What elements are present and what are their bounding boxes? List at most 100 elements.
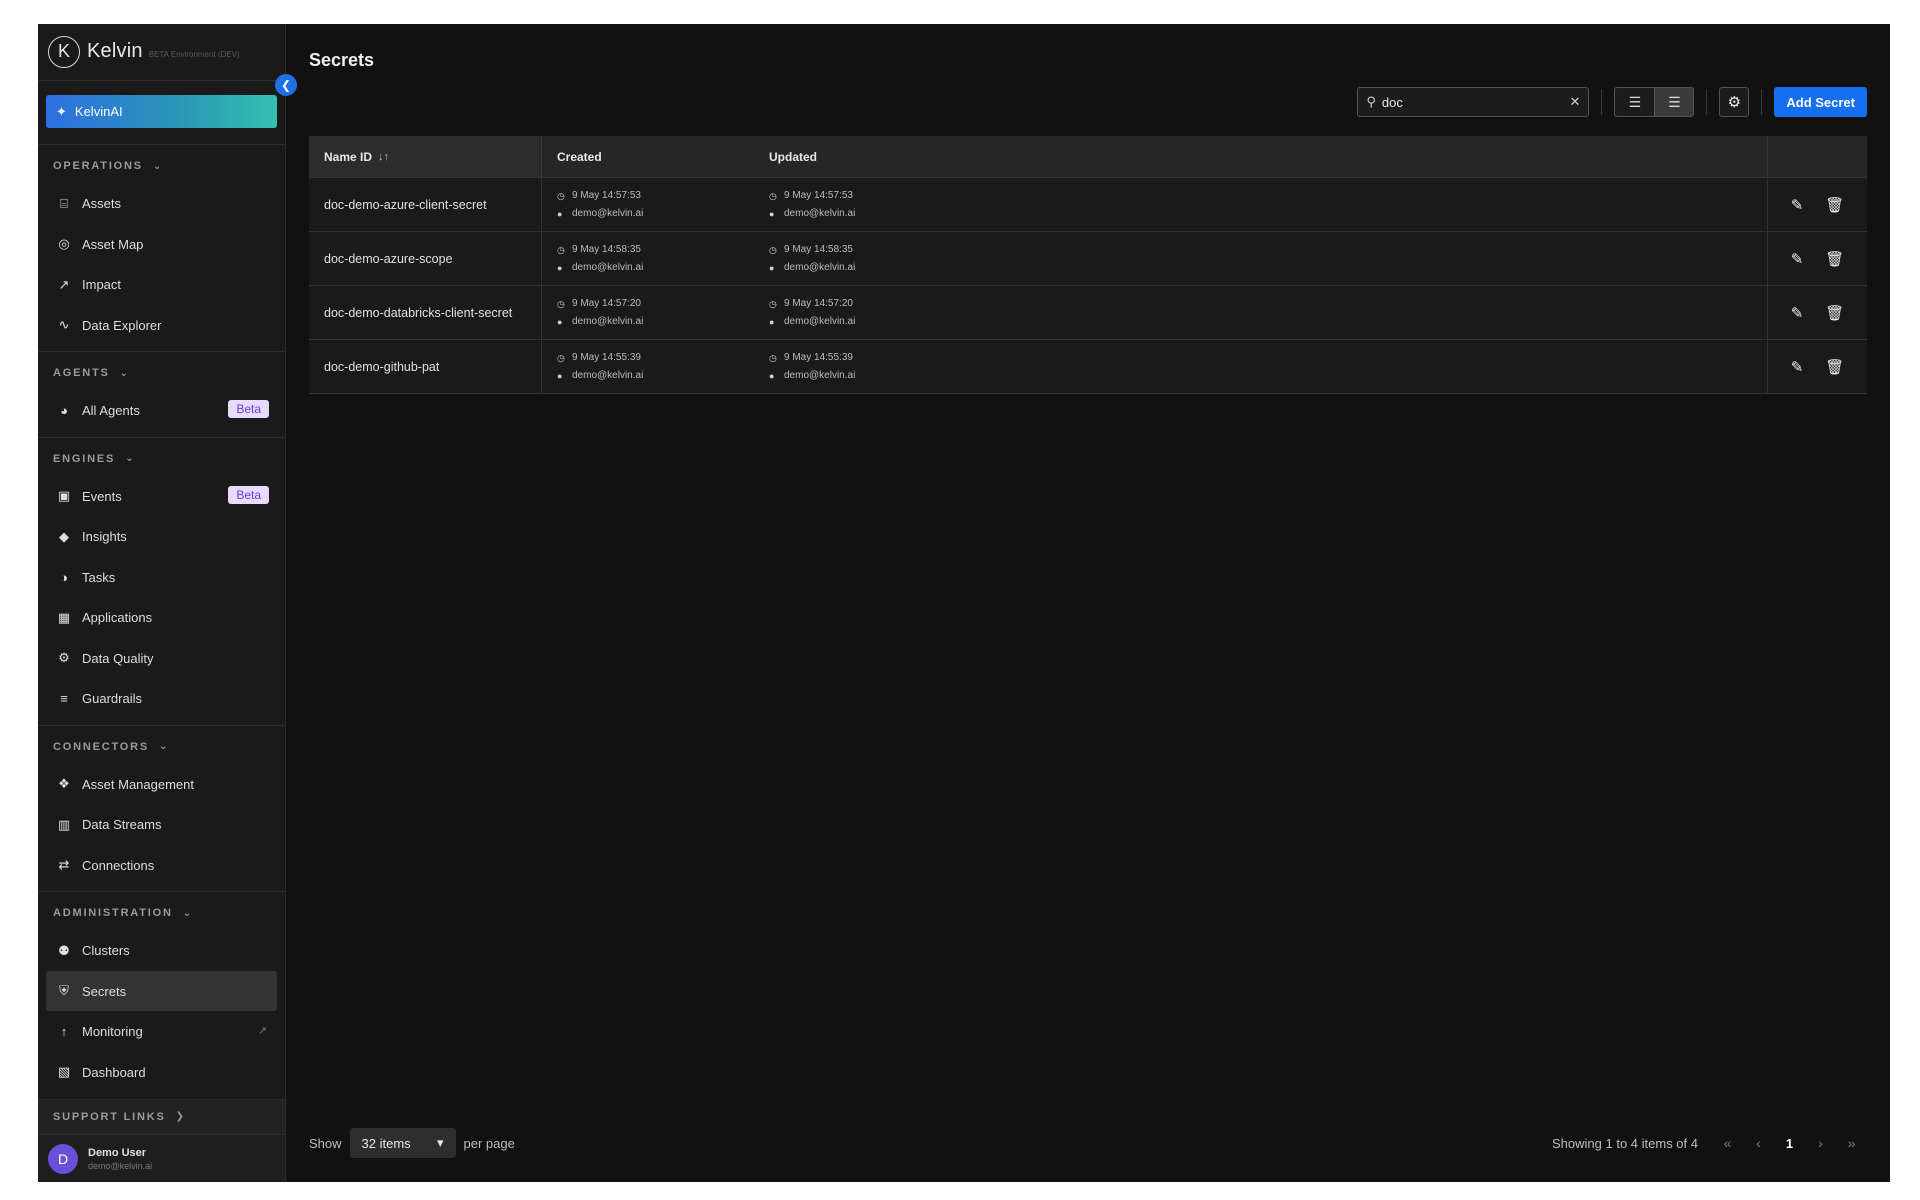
collapse-sidebar-button[interactable]: ❮	[275, 74, 297, 96]
sidebar-item-tasks[interactable]: ◑ Tasks	[46, 557, 277, 598]
updated-time-text: 9 May 14:57:20	[784, 297, 853, 309]
chevron-down-icon: ⌄	[152, 160, 162, 172]
sidebar-item-connections[interactable]: ⇄ Connections	[46, 845, 277, 886]
normal-rows-icon: ☰	[1668, 93, 1681, 110]
sidebar-item-guardrails[interactable]: ≡ Guardrails	[46, 678, 277, 719]
updated-by-text: demo@kelvin.ai	[784, 369, 856, 381]
delete-icon[interactable]: 🗑	[1825, 196, 1844, 214]
created-cell: ◷ 9 May 14:57:53 ● demo@kelvin.ai	[542, 178, 754, 231]
streams-icon: ▥	[57, 816, 71, 832]
column-header-created[interactable]: Created	[542, 136, 754, 177]
first-page-icon[interactable]: «	[1712, 1135, 1743, 1151]
section-header-engines[interactable]: ENGINES ⌄	[38, 442, 285, 476]
edit-icon[interactable]: ✎	[1791, 196, 1804, 214]
clock-icon: ◷	[769, 298, 777, 309]
delete-icon[interactable]: 🗑	[1825, 250, 1844, 268]
section-title: ENGINES	[53, 452, 116, 465]
table-row[interactable]: doc-demo-github-pat ◷ 9 May 14:55:39 ● dem…	[309, 340, 1867, 394]
sidebar-item-impact[interactable]: ↗ Impact	[46, 264, 277, 305]
user-icon: ●	[557, 262, 563, 273]
prev-page-icon[interactable]: ‹	[1743, 1135, 1774, 1151]
last-page-icon[interactable]: »	[1836, 1135, 1867, 1151]
sidebar-item-dashboard[interactable]: ▧ Dashboard	[46, 1052, 277, 1093]
sidebar-item-label: Guardrails	[82, 691, 142, 707]
tasks-icon: ◑	[60, 569, 68, 585]
sidebar-item-asset-management[interactable]: ❖ Asset Management	[46, 764, 277, 805]
sidebar-item-data-explorer[interactable]: ∿ Data Explorer	[46, 305, 277, 346]
section-header-agents[interactable]: AGENTS ⌄	[38, 356, 285, 390]
user-name: Demo User	[88, 1146, 147, 1159]
user-profile[interactable]: D Demo User demo@kelvin.ai	[38, 1134, 285, 1182]
sidebar-item-clusters[interactable]: ⚉ Clusters	[46, 930, 277, 971]
column-header-updated[interactable]: Updated	[754, 136, 1767, 177]
page-size-select[interactable]: 32 items ▾	[349, 1128, 456, 1158]
clock-icon: ◷	[769, 244, 777, 255]
sidebar-item-label: Impact	[82, 277, 122, 293]
row-actions: ✎ 🗑	[1767, 340, 1867, 393]
updated-time-text: 9 May 14:57:53	[784, 189, 853, 201]
add-secret-button[interactable]: Add Secret	[1774, 87, 1867, 117]
created-time-text: 9 May 14:58:35	[572, 243, 641, 255]
sidebar-item-data-quality[interactable]: ⚙ Data Quality	[46, 638, 277, 679]
sidebar-item-monitoring[interactable]: ↑ Monitoring ↗	[46, 1011, 277, 1052]
created-time: ◷ 9 May 14:58:35	[557, 241, 641, 259]
density-normal-button[interactable]: ☰	[1654, 87, 1695, 117]
created-time-text: 9 May 14:57:53	[572, 189, 641, 201]
updated-by-text: demo@kelvin.ai	[784, 207, 856, 219]
column-header-name[interactable]: Name ID ↓↑	[309, 136, 542, 177]
section-title: AGENTS	[53, 367, 110, 380]
updated-by: ● demo@kelvin.ai	[769, 313, 855, 331]
sidebar-item-label: Connections	[82, 857, 155, 873]
created-by: ● demo@kelvin.ai	[557, 313, 643, 331]
edit-icon[interactable]: ✎	[1791, 358, 1804, 376]
row-actions: ✎ 🗑	[1767, 286, 1867, 339]
sidebar-item-all-agents[interactable]: ◕ All Agents Beta	[46, 390, 277, 431]
table-settings-button[interactable]: ⚙	[1719, 87, 1750, 117]
updated-time: ◷ 9 May 14:57:20	[769, 295, 853, 313]
user-icon: ●	[769, 262, 775, 273]
show-label: Show	[309, 1135, 342, 1151]
search-input[interactable]	[1381, 94, 1570, 110]
globe-icon: ◎	[58, 236, 70, 252]
table-header: Name ID ↓↑ Created Updated	[309, 136, 1867, 178]
created-time-text: 9 May 14:55:39	[572, 351, 641, 363]
column-header-name-label: Name ID	[324, 149, 373, 164]
sidebar-item-label: Data Streams	[82, 817, 162, 833]
table-row[interactable]: doc-demo-azure-client-secret ◷ 9 May 14:5…	[309, 178, 1867, 232]
gear-icon: ⚙	[58, 650, 70, 666]
apps-icon: ▦	[57, 609, 71, 625]
sidebar-item-applications[interactable]: ▦ Applications	[46, 597, 277, 638]
sidebar-item-label: Dashboard	[82, 1064, 146, 1080]
edit-icon[interactable]: ✎	[1791, 250, 1804, 268]
nav-section-agents: AGENTS ⌄ ◕ All Agents Beta	[38, 351, 285, 437]
sidebar-item-label: Data Explorer	[82, 317, 162, 333]
table-row[interactable]: doc-demo-azure-scope ◷ 9 May 14:58:35 ● de…	[309, 232, 1867, 286]
delete-icon[interactable]: 🗑	[1825, 358, 1844, 376]
section-header-administration[interactable]: ADMINISTRATION ⌄	[38, 896, 285, 930]
table-row[interactable]: doc-demo-databricks-client-secret ◷ 9 May…	[309, 286, 1867, 340]
sidebar-item-label: Secrets	[82, 983, 127, 999]
beta-badge: Beta	[228, 485, 269, 504]
sidebar-item-asset-map[interactable]: ◎ Asset Map	[46, 224, 277, 265]
section-header-connectors[interactable]: CONNECTORS ⌄	[38, 730, 285, 764]
nav-section-administration: ADMINISTRATION ⌄ ⚉ Clusters ⛨ Secrets ↑ Monitor…	[38, 891, 285, 1098]
created-by-text: demo@kelvin.ai	[572, 369, 644, 381]
sidebar-item-secrets[interactable]: ⛨ Secrets	[46, 970, 277, 1012]
next-page-icon[interactable]: ›	[1805, 1135, 1836, 1151]
clear-search-icon[interactable]: ✕	[1569, 94, 1580, 110]
nav-section-connectors: CONNECTORS ⌄ ❖ Asset Management ▥ Data Stream…	[38, 724, 285, 892]
brand[interactable]: K Kelvin BETA Environment (DEV) ❮	[38, 24, 297, 96]
clock-icon: ◷	[557, 244, 565, 255]
support-links[interactable]: SUPPORT LINKS ❯	[38, 1098, 285, 1135]
density-compact-button[interactable]: ☰	[1614, 87, 1655, 117]
sidebar-item-data-streams[interactable]: ▥ Data Streams	[46, 804, 277, 845]
edit-icon[interactable]: ✎	[1791, 304, 1804, 322]
delete-icon[interactable]: 🗑	[1825, 304, 1844, 322]
current-page[interactable]: 1	[1774, 1136, 1805, 1151]
kelvin-ai-button[interactable]: ✦ KelvinAI	[46, 94, 277, 129]
impact-icon: ↗	[58, 276, 70, 292]
section-header-operations[interactable]: OPERATIONS ⌄	[38, 149, 285, 183]
sidebar-item-events[interactable]: ▣ Events Beta	[46, 476, 277, 517]
sidebar-item-assets[interactable]: ⌸ Assets	[46, 183, 277, 224]
sidebar-item-insights[interactable]: ◆ Insights	[46, 516, 277, 557]
